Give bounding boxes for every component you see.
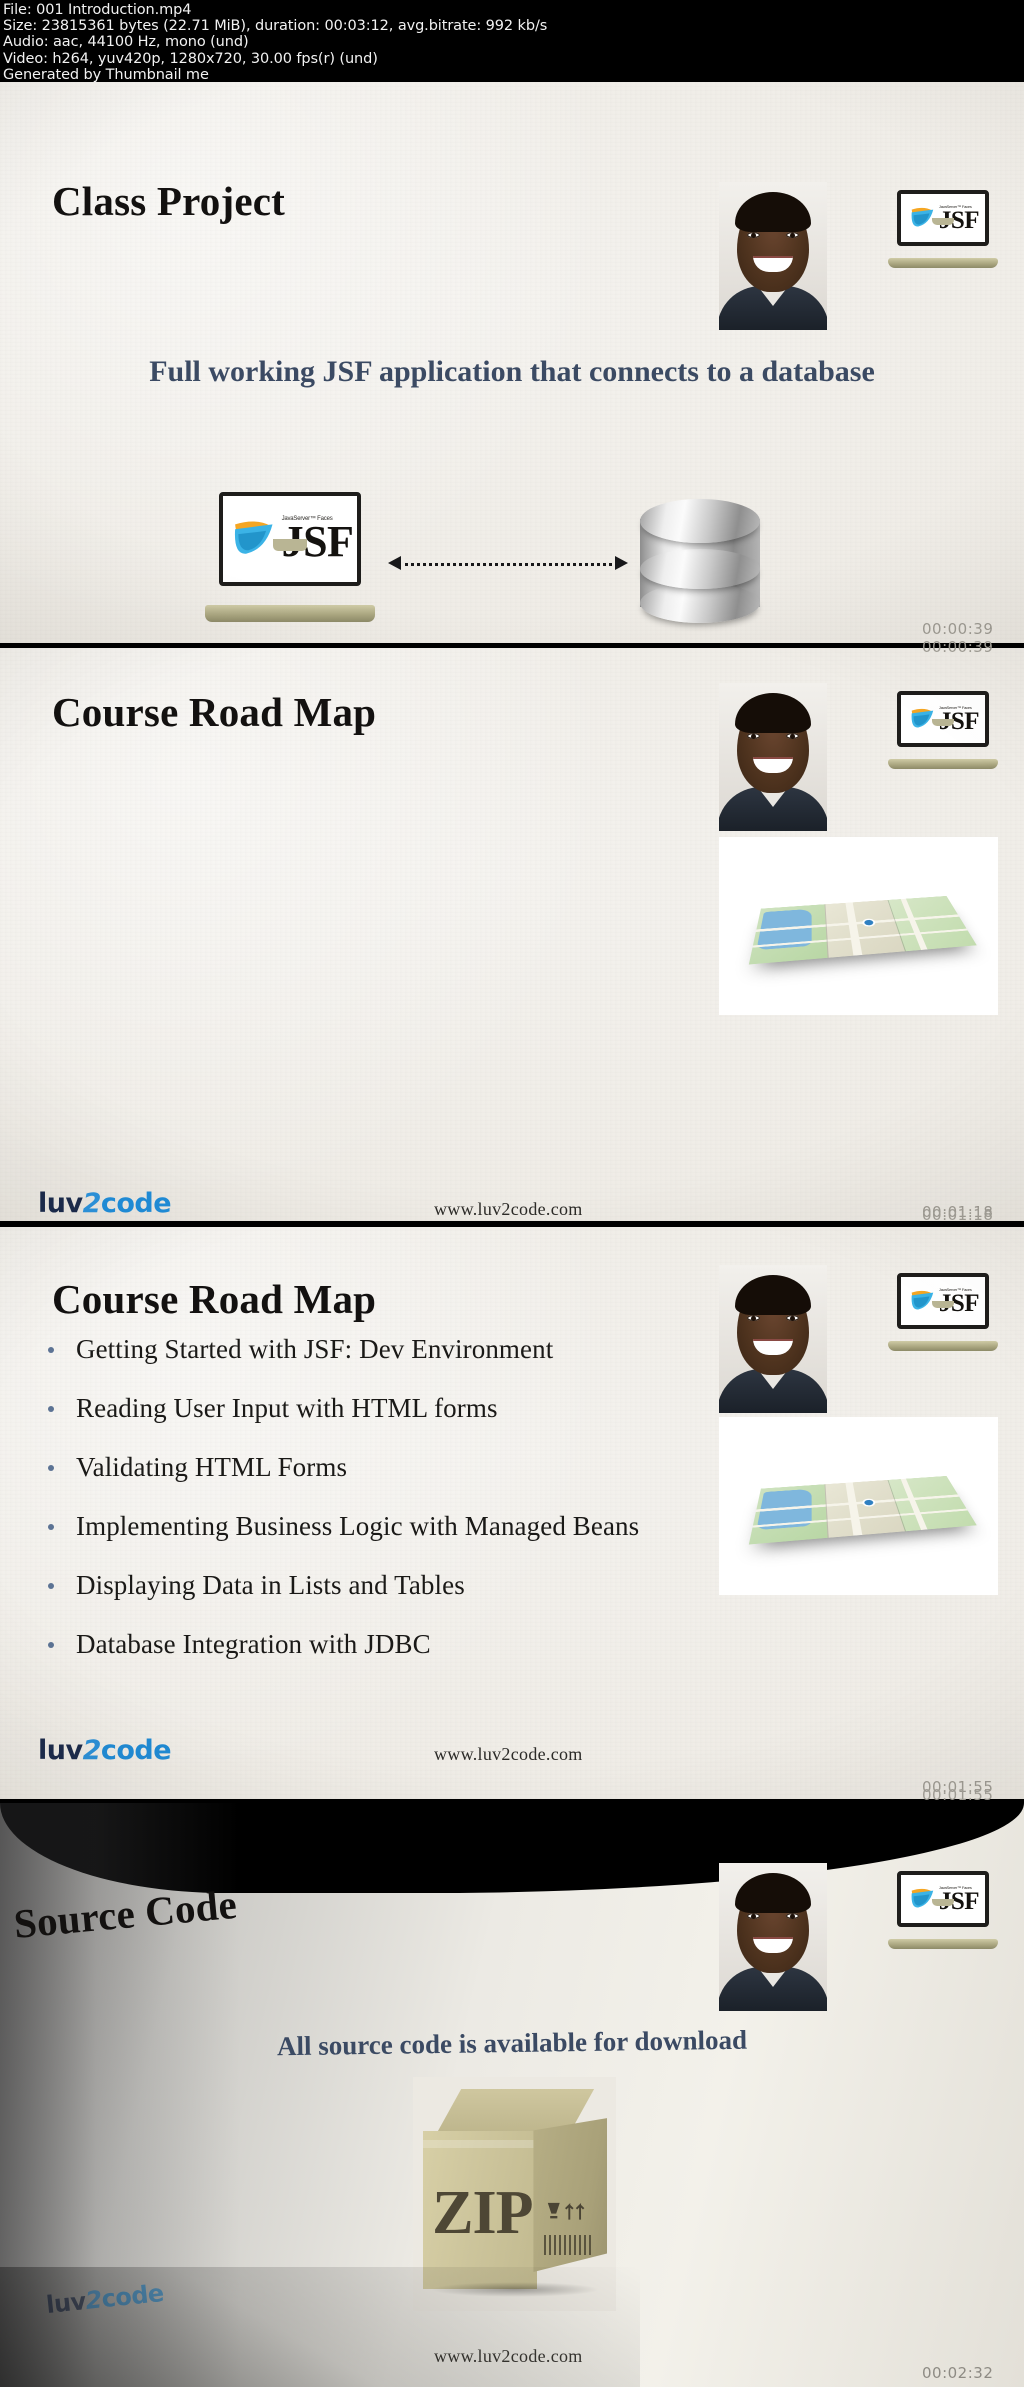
bullet-dot-icon — [48, 1465, 54, 1471]
list-item-label: Getting Started with JSF: Dev Environmen… — [76, 1334, 554, 1364]
video-thumbnail-sheet: File: 001 Introduction.mp4 Size: 2381536… — [0, 0, 1024, 2387]
slide2-timestamp: 00:01:18 — [922, 1206, 994, 1224]
list-item: Database Integration with JDBC — [48, 1629, 639, 1688]
slide1-subtitle: Full working JSF application that connec… — [149, 355, 875, 388]
list-item-label: Displaying Data in Lists and Tables — [76, 1570, 465, 1600]
list-item: Validating HTML Forms — [48, 1452, 639, 1511]
video-metadata-header: File: 001 Introduction.mp4 Size: 2381536… — [0, 0, 1024, 83]
bullet-dot-icon — [48, 1347, 54, 1353]
website-url: www.luv2code.com — [434, 1199, 583, 1219]
luv2code-logo: luv2code — [38, 1188, 172, 1219]
slide1-timestamp: 00:00:39 — [922, 638, 994, 656]
luv2code-logo: luv2code — [45, 2279, 165, 2319]
presenter-avatar — [719, 683, 827, 831]
slide1-timestamp: 00:00:39 — [922, 620, 994, 638]
meta-audio-line: Audio: aac, 44100 Hz, mono (und) — [3, 34, 249, 51]
laptop-jsf-icon: JavaServer™ Faces JSF — [888, 1273, 998, 1351]
slide1-title: Class Project — [52, 178, 285, 224]
logo-text-code: code — [100, 1735, 172, 1766]
presenter-avatar — [719, 182, 827, 330]
logo-text-two: 2 — [82, 1188, 102, 1219]
meta-video-line: Video: h264, yuv420p, 1280x720, 30.00 fp… — [3, 50, 378, 67]
list-item-label: Implementing Business Logic with Managed… — [76, 1511, 640, 1541]
website-url: www.luv2code.com — [434, 1744, 583, 1764]
slide-source-code: Source Code All source code is available… — [0, 1803, 1024, 2387]
slide4-title: Source Code — [11, 1880, 239, 1947]
zip-box-image-frame: ZIP — [413, 2077, 616, 2311]
website-url: www.luv2code.com — [434, 2346, 583, 2366]
zip-box-icon: ZIP — [423, 2089, 607, 2297]
logo-text-two: 2 — [82, 1735, 102, 1766]
list-item-label: Reading User Input with HTML forms — [76, 1393, 498, 1423]
logo-text-luv: luv — [38, 1188, 83, 1219]
slide-course-road-map-intro: Course Road Map JavaServer™ Faces JSF 00… — [0, 648, 1024, 1221]
folded-map-image — [719, 1417, 998, 1595]
luv2code-logo: luv2code — [38, 1735, 172, 1766]
laptop-jsf-icon: JavaServer™ Faces JSF — [888, 1871, 998, 1949]
logo-text-luv: luv — [38, 1735, 83, 1766]
fragile-stamp-icon — [547, 2203, 584, 2220]
list-item-label: Database Integration with JDBC — [76, 1629, 431, 1659]
slide-course-road-map-bullets: Course Road Map JavaServer™ Faces JSF Ge… — [0, 1227, 1024, 1799]
logo-text-luv: luv — [44, 2287, 88, 2320]
barcode-icon — [544, 2234, 593, 2256]
double-arrow-icon — [388, 552, 628, 574]
course-topics-list: Getting Started with JSF: Dev Environmen… — [48, 1334, 639, 1688]
list-item: Getting Started with JSF: Dev Environmen… — [48, 1334, 639, 1393]
center-laptop-jsf-icon: JavaServer™ Faces JSF — [205, 492, 375, 622]
bullet-dot-icon — [48, 1583, 54, 1589]
bullet-dot-icon — [48, 1642, 54, 1648]
bullet-dot-icon — [48, 1406, 54, 1412]
jsf-swoosh-icon — [234, 521, 273, 554]
slide4-subtitle: All source code is available for downloa… — [276, 2024, 748, 2062]
slide2-title: Course Road Map — [52, 689, 377, 735]
logo-text-code: code — [100, 1188, 172, 1219]
slide-top-curve — [0, 1803, 1024, 1893]
list-item: Implementing Business Logic with Managed… — [48, 1511, 639, 1570]
meta-generator-line: Generated by Thumbnail me — [3, 66, 209, 83]
presenter-avatar — [719, 1863, 827, 2011]
laptop-jsf-icon: JavaServer™ Faces JSF — [888, 190, 998, 268]
folded-map-image — [719, 837, 998, 1015]
meta-size-line: Size: 23815361 bytes (22.71 MiB), durati… — [3, 18, 548, 35]
bullet-dot-icon — [48, 1524, 54, 1530]
list-item-label: Validating HTML Forms — [76, 1452, 348, 1482]
list-item: Reading User Input with HTML forms — [48, 1393, 639, 1452]
slide3-timestamp: 00:01:55 — [922, 1786, 994, 1804]
presenter-avatar — [719, 1265, 827, 1413]
database-icon — [640, 497, 760, 625]
laptop-jsf-icon: JavaServer™ Faces JSF — [888, 691, 998, 769]
zip-box-label: ZIP — [432, 2179, 533, 2248]
meta-file-line: File: 001 Introduction.mp4 — [3, 2, 192, 18]
slide4-timestamp: 00:02:32 — [922, 2364, 994, 2382]
logo-text-code: code — [100, 2278, 165, 2314]
list-item: Displaying Data in Lists and Tables — [48, 1570, 639, 1629]
slide3-title: Course Road Map — [52, 1276, 377, 1322]
slide-class-project: Class Project Full working JSF applicati… — [0, 82, 1024, 643]
